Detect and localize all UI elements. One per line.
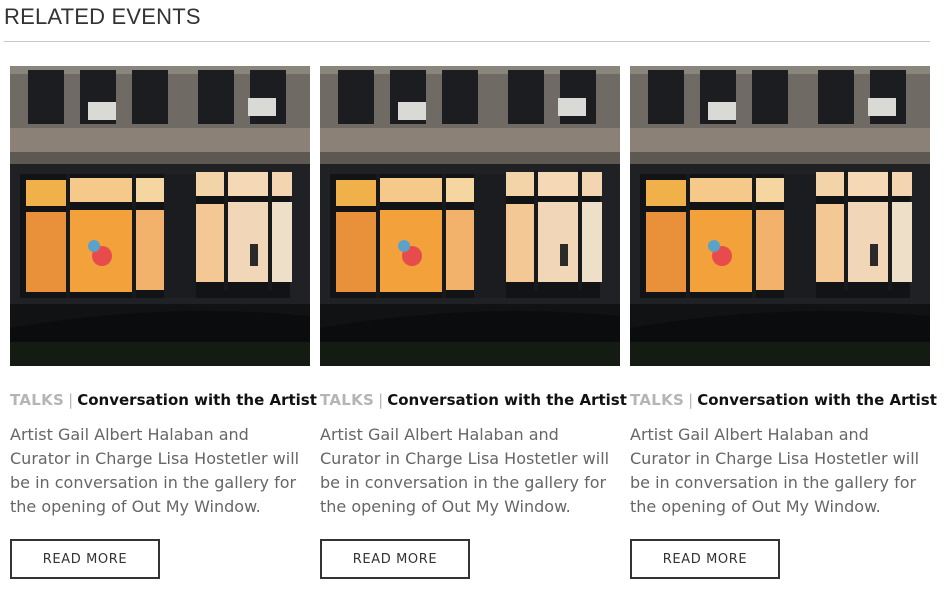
event-description: Artist Gail Albert Halaban and Curator i… [10,425,300,516]
event-image[interactable] [10,66,310,366]
event-card: TALKS | Conversation with the Artist Artis… [320,66,627,586]
event-meta: TALKS | Conversation with the Artist [10,390,317,410]
event-title[interactable]: Conversation with the Artist [697,391,937,409]
meta-separator: | [688,391,694,409]
read-more-button[interactable]: READ MORE [10,539,160,579]
related-events-section: RELATED EVENTS TALKS | Conversation with… [0,0,944,605]
section-divider [4,41,930,42]
event-category[interactable]: TALKS [10,391,64,409]
meta-separator: | [378,391,384,409]
event-category[interactable]: TALKS [630,391,684,409]
read-more-button[interactable]: READ MORE [630,539,780,579]
event-description: Artist Gail Albert Halaban and Curator i… [320,425,610,516]
read-more-button[interactable]: READ MORE [320,539,470,579]
event-category[interactable]: TALKS [320,391,374,409]
event-meta: TALKS | Conversation with the Artist [320,390,627,410]
event-card: TALKS | Conversation with the Artist Artis… [630,66,937,586]
meta-separator: | [68,391,74,409]
event-image[interactable] [630,66,930,366]
event-meta: TALKS | Conversation with the Artist [630,390,937,410]
event-card: TALKS | Conversation with the Artist Artis… [10,66,317,586]
event-title[interactable]: Conversation with the Artist [387,391,627,409]
building-window-illustration [320,66,620,366]
event-image[interactable] [320,66,620,366]
building-window-illustration [630,66,930,366]
event-title[interactable]: Conversation with the Artist [77,391,317,409]
event-description: Artist Gail Albert Halaban and Curator i… [630,425,920,516]
section-title: RELATED EVENTS [4,4,201,29]
building-window-illustration [10,66,310,366]
